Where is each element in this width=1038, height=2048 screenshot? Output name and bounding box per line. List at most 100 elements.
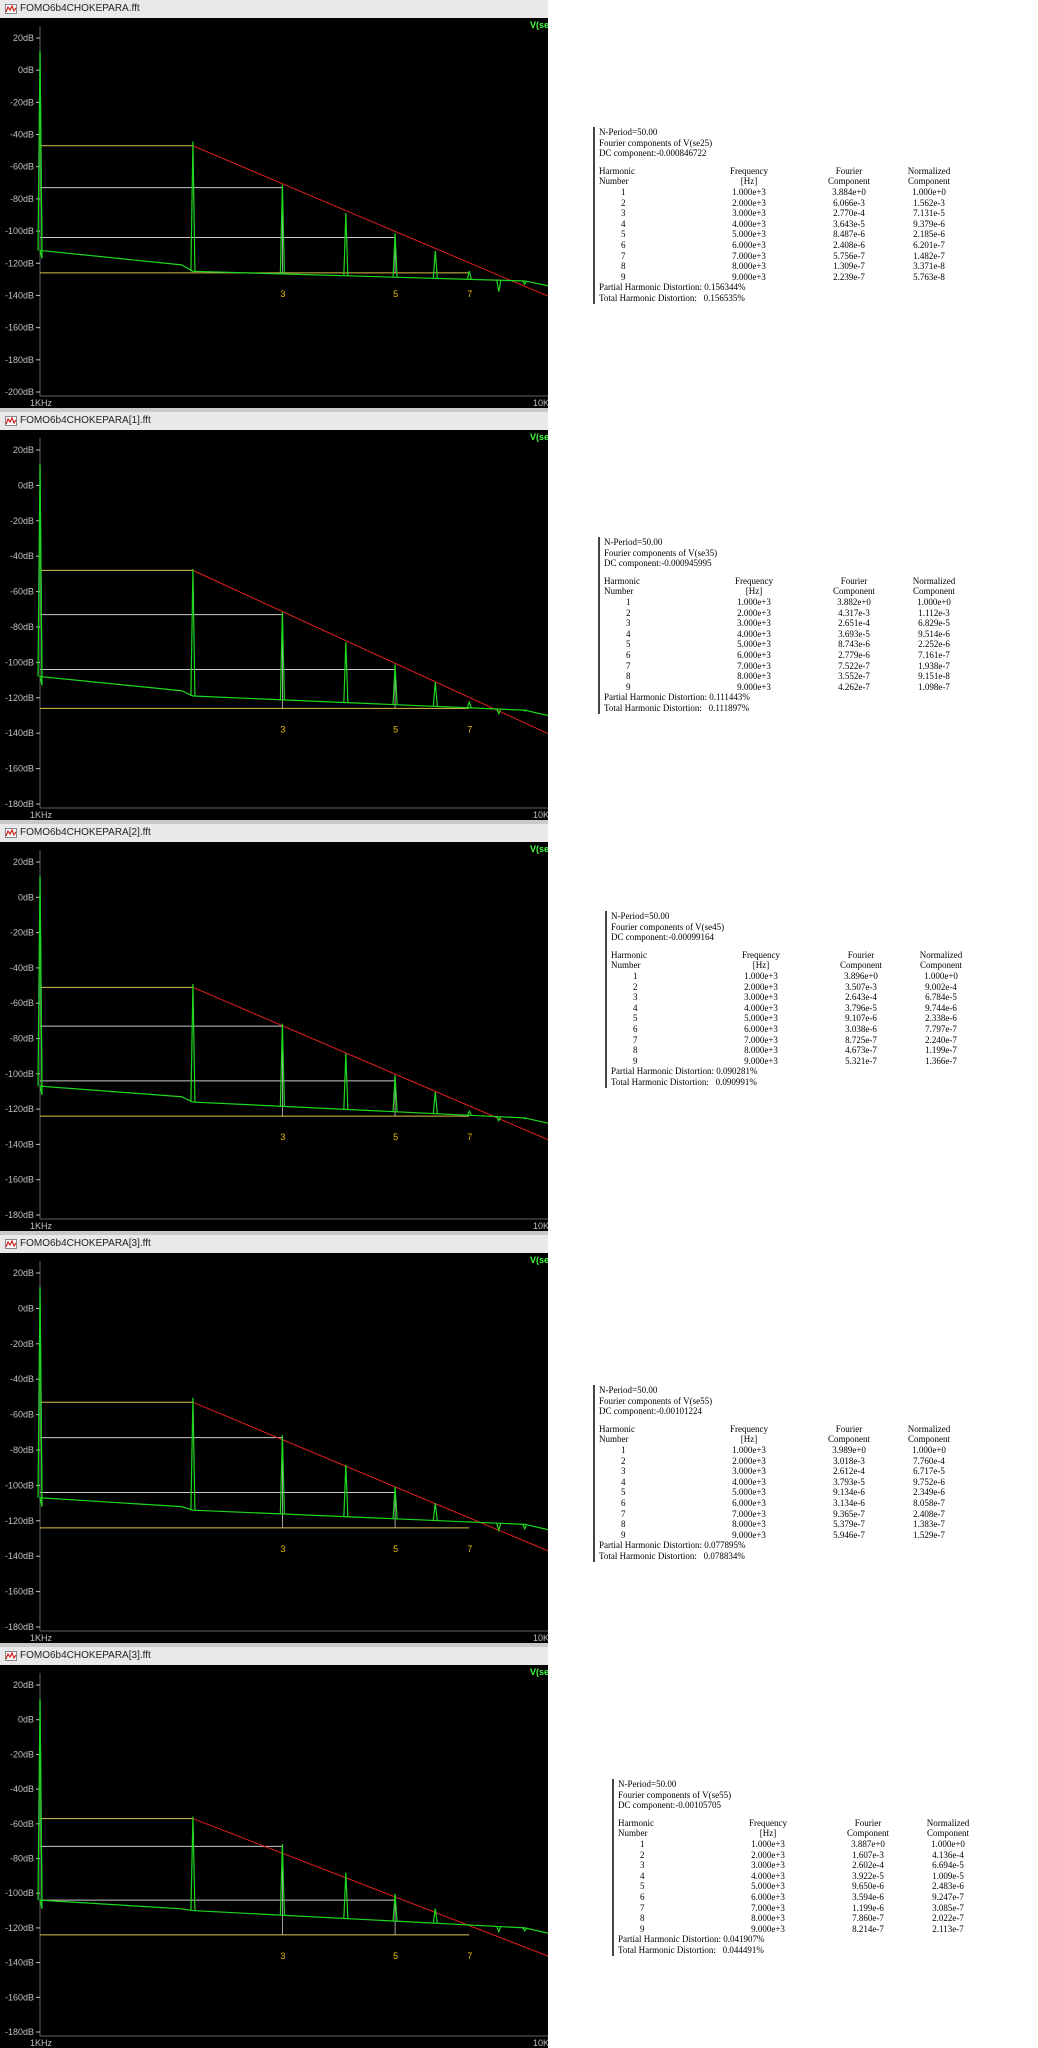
components-of: Fourier components of V(se35) [604,547,718,558]
column-header: Component [847,1828,889,1839]
distortion-summary: Partial Harmonic Distortion: 0.041907% To… [618,1934,978,1955]
trace-label[interactable]: V(se [530,1667,548,1677]
y-tick-label: -80dB [10,1445,34,1455]
harmonic-marker: 3 [280,724,285,734]
table-row: 4 4.000e+3 3.643e-5 9.379e-6 [599,219,959,230]
y-tick-label: -140dB [5,728,34,738]
fft-plot[interactable]: 20dB 0dB -20dB -40dB -60dB -80dB -100dB -120dB -… [0,842,548,1231]
window-titlebar[interactable]: FOMO6b4CHOKEPARA[3].fft [0,1647,548,1666]
y-tick-label: -100dB [5,657,34,667]
fft-window[interactable]: FOMO6b4CHOKEPARA[3].fft 20dB 0dB -20dB -40dB… [0,1647,548,2048]
harmonic-marker: 7 [467,1544,472,1554]
harmonic-marker: 5 [393,1132,398,1142]
window-titlebar[interactable]: FOMO6b4CHOKEPARA[1].fft [0,412,548,431]
harmonic-marker: 5 [393,289,398,299]
table-cell: 4 [633,1002,638,1013]
fft-window[interactable]: FOMO6b4CHOKEPARA[2].fft 20dB 0dB -20dB -40dB… [0,824,548,1231]
table-cell: 4.000e+3 [732,218,766,229]
fourier-report: N-Period=50.00 Fourier components of V(se… [598,537,964,714]
table-cell: 9.107e-6 [845,1013,877,1024]
table-row: 1 1.000e+3 3.989e+0 1.000e+0 [599,1445,959,1456]
table-cell: 5.000e+3 [732,1487,766,1498]
trace-label[interactable]: V(se [530,432,548,442]
y-tick-label: -80dB [10,194,34,204]
table-cell: 6.000e+3 [737,649,771,660]
table-cell: 9.000e+3 [751,1923,785,1934]
table-cell: 3.134e-6 [833,1497,865,1508]
harmonic-peak [466,700,472,709]
window-titlebar[interactable]: FOMO6b4CHOKEPARA.fft [0,0,548,19]
fft-plot-svg: 20dB 0dB -20dB -40dB -60dB -80dB -100dB -120dB -… [5,432,548,820]
window-titlebar[interactable]: FOMO6b4CHOKEPARA[3].fft [0,1235,548,1254]
table-cell: 5 [626,639,631,650]
table-cell: 8.725e-7 [845,1034,877,1045]
table-cell: 3 [640,1860,645,1871]
fft-window[interactable]: FOMO6b4CHOKEPARA.fft 20dB 0dB -20dB -40dB -60… [0,0,548,408]
n-period: N-Period=50.00 [611,911,670,921]
table-cell: 6.829e-5 [918,618,950,629]
table-row: 5 5.000e+3 9.107e-6 2.338e-6 [611,1013,971,1024]
components-of: Fourier components of V(se45) [611,921,725,932]
table-cell: 5.946e-7 [833,1529,865,1540]
fft-window[interactable]: FOMO6b4CHOKEPARA[1].fft 20dB 0dB -20dB -40dB… [0,412,548,820]
window-titlebar[interactable]: FOMO6b4CHOKEPARA[2].fft [0,824,548,843]
table-cell: 5.000e+3 [737,639,771,650]
harmonic-table: Harmonic Frequency Fourier Normalized Number… [599,166,959,283]
y-tick-label: -40dB [10,963,34,973]
fft-plot-svg: 20dB 0dB -20dB -40dB -60dB -80dB -100dB -120dB -… [5,20,548,408]
fft-plot[interactable]: 20dB 0dB -20dB -40dB -60dB -80dB -100dB -120dB -… [0,430,548,820]
y-tick-label: -80dB [10,1034,34,1044]
table-cell: 3.000e+3 [737,618,771,629]
spectrum-trace [39,1699,548,1934]
table-cell: 9.365e-7 [833,1508,865,1519]
table-cell: 9.000e+3 [732,1529,766,1540]
table-row: 3 3.000e+3 2.643e-4 6.784e-5 [611,992,971,1003]
table-cell: 1.009e-5 [932,1870,964,1881]
table-cell: 9.002e-4 [925,981,957,992]
x-tick-label-end: 10K [533,2038,548,2048]
y-tick-label: -160dB [5,764,34,774]
dc-component: DC component:-0.00099164 [611,932,714,943]
window-title: FOMO6b4CHOKEPARA.fft [20,3,140,14]
table-header-row: Number [Hz] Component Component [618,1828,978,1839]
table-cell: 8.487e-6 [833,229,865,240]
harmonic-peak [343,1464,349,1517]
column-header: Fourier [854,1817,882,1828]
table-cell: 6.201e-7 [913,239,945,250]
table-cell: 5.321e-7 [845,1055,877,1066]
table-row: 7 7.000e+3 9.365e-7 2.408e-7 [599,1509,959,1520]
waveform-icon [5,4,17,14]
table-cell: 3.793e-5 [833,1476,865,1487]
trace-label[interactable]: V(se [530,20,548,30]
harmonic-slope-line [192,569,548,735]
fft-plot[interactable]: 20dB 0dB -20dB -40dB -60dB -80dB -100dB -120dB -… [0,1253,548,1643]
y-tick-label: -160dB [5,323,34,333]
table-cell: 7.000e+3 [732,1508,766,1519]
fft-plot[interactable]: 20dB 0dB -20dB -40dB -60dB -80dB -100dB -120dB -… [0,18,548,408]
table-row: 1 1.000e+3 3.882e+0 1.000e+0 [604,597,964,608]
harmonic-peak [190,141,196,272]
window-title: FOMO6b4CHOKEPARA[3].fft [20,1650,151,1661]
table-cell: 6 [621,1497,626,1508]
y-tick-label: -60dB [10,1819,34,1829]
trace-label[interactable]: V(se [530,1255,548,1265]
table-cell: 3.643e-5 [833,218,865,229]
x-tick-label-end: 10K [533,1221,548,1231]
fft-plot[interactable]: 20dB 0dB -20dB -40dB -60dB -80dB -100dB -120dB -… [0,1665,548,2048]
table-cell: 7.161e-7 [918,649,950,660]
harmonic-slope-line [192,145,548,297]
harmonic-marker: 3 [280,1544,285,1554]
table-cell: 1.000e+3 [751,1838,785,1849]
harmonic-peak [343,1872,349,1919]
fft-window[interactable]: FOMO6b4CHOKEPARA[3].fft 20dB 0dB -20dB -40dB… [0,1235,548,1643]
table-row: 6 6.000e+3 2.408e-6 6.201e-7 [599,240,959,251]
waveform-icon [5,1239,17,1249]
fourier-header: N-Period=50.00 Fourier components of V(se… [618,1779,978,1811]
table-cell: 5 [621,229,626,240]
harmonic-peak [432,1908,438,1924]
harmonic-marker: 3 [280,1951,285,1961]
column-header: Component [828,1434,870,1445]
trace-label[interactable]: V(se [530,844,548,854]
table-cell: 6.000e+3 [732,1497,766,1508]
table-cell: 4.136e-4 [932,1849,964,1860]
